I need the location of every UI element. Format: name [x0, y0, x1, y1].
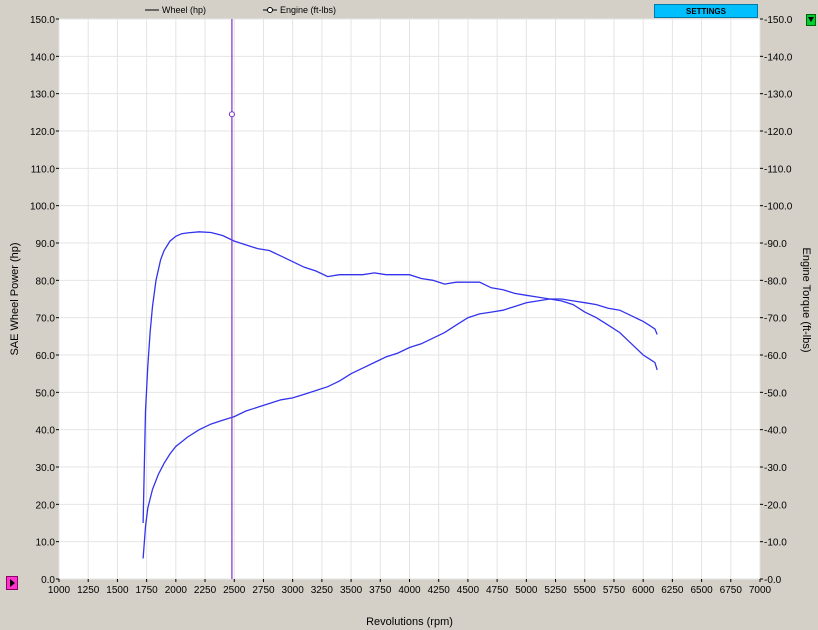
y-left-tick-label: 40.0	[36, 426, 56, 437]
x-tick-label: 3000	[282, 585, 305, 596]
x-tick-label: 4500	[457, 585, 480, 596]
y-right-tick-label: -50.0	[764, 388, 787, 399]
y-axis-left-title: SAE Wheel Power (hp)	[9, 242, 21, 355]
x-tick-label: 6750	[720, 585, 743, 596]
y-left-tick-label: 110.0	[31, 164, 56, 175]
legend-label: Engine (ft-lbs)	[280, 5, 336, 15]
y-left-tick-label: 90.0	[36, 239, 56, 250]
y-axis-right-title: Engine Torque (ft-lbs)	[800, 248, 812, 353]
x-tick-label: 2000	[165, 585, 188, 596]
x-tick-label: 1000	[48, 585, 71, 596]
x-tick-label: 4000	[398, 585, 421, 596]
x-tick-label: 5250	[544, 585, 567, 596]
y-right-tick-label: -100.0	[764, 202, 793, 213]
x-tick-label: 5000	[515, 585, 538, 596]
y-left-tick-label: 150.0	[30, 15, 55, 26]
x-tick-label: 2500	[223, 585, 246, 596]
y-right-tick-label: -90.0	[764, 239, 787, 250]
y-left-tick-label: 80.0	[36, 276, 56, 287]
y-right-tick-label: -150.0	[764, 15, 793, 26]
x-tick-label: 5750	[603, 585, 626, 596]
x-tick-label: 3750	[369, 585, 392, 596]
x-tick-label: 2750	[252, 585, 275, 596]
y-left-tick-label: 50.0	[36, 388, 56, 399]
y-left-tick-label: 30.0	[36, 463, 56, 474]
y-right-tick-label: -120.0	[764, 127, 793, 138]
x-tick-label: 1250	[77, 585, 100, 596]
y-right-tick-label: -60.0	[764, 351, 787, 362]
x-tick-label: 1500	[106, 585, 129, 596]
y-right-tick-label: -10.0	[764, 538, 787, 549]
legend-marker	[267, 7, 273, 13]
legend: Wheel (hp) Engine (ft-lbs)	[145, 5, 336, 15]
y-right-tick-label: -130.0	[764, 90, 793, 101]
dyno-chart: 1000 1250 1500 1750 2000 2250 2500 2750 3000 3250…	[9, 5, 812, 628]
y-left-tick-label: 100.0	[30, 202, 55, 213]
y-left-tick-label: 60.0	[36, 351, 56, 362]
cursor-marker	[228, 111, 235, 118]
legend-label: Wheel (hp)	[162, 5, 206, 15]
x-tick-label: 6000	[632, 585, 655, 596]
y-left-tick-label: 70.0	[36, 314, 56, 325]
y-left-tick-label: 120.0	[30, 127, 55, 138]
x-tick-label: 3500	[340, 585, 363, 596]
y-right-tick-label: -20.0	[764, 500, 787, 511]
y-left-tick-label: 10.0	[36, 538, 56, 549]
y-right-tick-label: -0.0	[764, 575, 782, 586]
y-right-tick-label: -70.0	[764, 314, 787, 325]
x-tick-label: 6500	[690, 585, 713, 596]
y-right-tick-label: -110.0	[764, 164, 792, 175]
x-tick-label: 2250	[194, 585, 217, 596]
y-right-tick-label: -40.0	[764, 426, 787, 437]
x-tick-label: 4250	[428, 585, 451, 596]
y-left-tick-label: 0.0	[41, 575, 55, 586]
y-right-tick-label: -30.0	[764, 463, 787, 474]
x-axis-title: Revolutions (rpm)	[366, 616, 453, 628]
y-left-tick-label: 20.0	[36, 500, 56, 511]
settings-button[interactable]: SETTINGS	[654, 4, 758, 18]
y-left-tick-label: 140.0	[30, 52, 55, 63]
y-right-tick-label: -140.0	[764, 52, 793, 63]
x-tick-label: 1750	[136, 585, 159, 596]
y-left-tick-label: 130.0	[30, 90, 55, 101]
triangle-down-icon[interactable]	[806, 14, 816, 26]
x-tick-label: 3250	[311, 585, 334, 596]
x-tick-label: 7000	[749, 585, 772, 596]
x-tick-label: 4750	[486, 585, 509, 596]
y-right-tick-label: -80.0	[764, 276, 787, 287]
triangle-right-icon[interactable]	[6, 576, 18, 590]
x-tick-label: 5500	[574, 585, 597, 596]
x-tick-label: 6250	[661, 585, 684, 596]
